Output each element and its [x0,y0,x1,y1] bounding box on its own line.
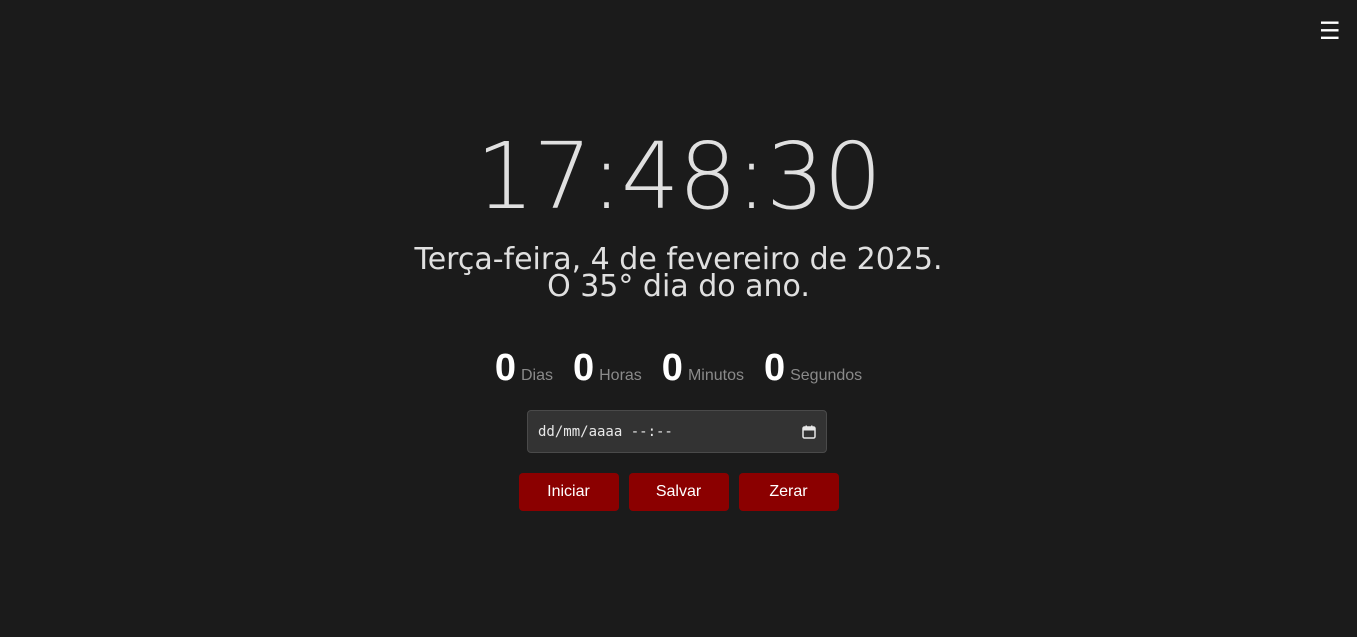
hours-label: Horas [599,367,642,384]
action-buttons: Iniciar Salvar Zerar [0,473,1357,511]
days-value: 0 [494,347,516,389]
datetime-input[interactable]: dd/mm/aaaa --:-- [527,410,827,453]
seconds-value: 0 [763,347,786,389]
seconds-label: Segundos [790,367,863,384]
day-of-year-line: O 35° dia do ano. [547,269,810,304]
countdown-hours: 0 Horas [573,346,642,390]
hamburger-menu-icon[interactable]: ☰ [1319,16,1341,46]
calendar-icon[interactable] [802,425,816,439]
datetime-input-placeholder: dd/mm/aaaa --:-- [538,423,673,440]
countdown-seconds: 0 Segundos [764,346,862,390]
hours-value: 0 [572,347,595,389]
countdown-days: 0 Dias [495,346,553,390]
save-button[interactable]: Salvar [628,473,729,511]
minutes-label: Minutos [687,367,744,384]
countdown-page: ☰ 17:48:30 Terça-feira, 4 de fevereiro d… [0,0,1357,637]
start-button[interactable]: Iniciar [518,473,619,511]
current-time-display: 17:48:30 [475,123,882,230]
reset-button[interactable]: Zerar [738,473,839,511]
date-info: Terça-feira, 4 de fevereiro de 2025. O 3… [0,245,1357,304]
minutes-value: 0 [661,347,683,389]
countdown-display: 0 Dias 0 Horas 0 Minutos 0 Segundos [0,346,1357,390]
countdown-minutes: 0 Minutos [662,346,744,390]
days-label: Dias [520,367,553,384]
